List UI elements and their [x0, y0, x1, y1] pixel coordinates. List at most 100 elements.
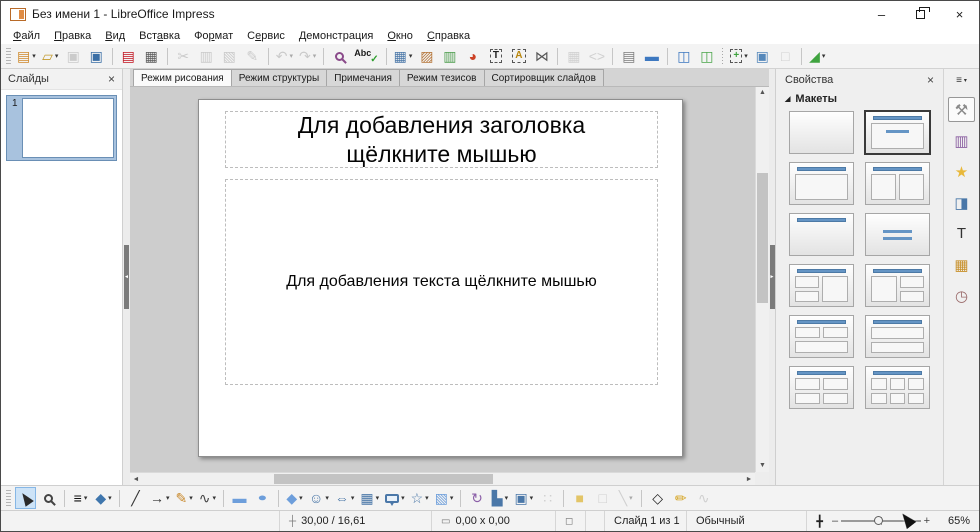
- shadow-button[interactable]: ■: [569, 487, 590, 509]
- zoom-slider-thumb[interactable]: [874, 516, 883, 525]
- start-from-current-slide-button[interactable]: ◫: [696, 45, 717, 67]
- sidebar-tab-properties[interactable]: ⚒: [948, 97, 975, 122]
- slide-canvas[interactable]: Для добавления заголовка щёлкните мышью …: [130, 87, 769, 485]
- scroll-up-icon[interactable]: ▲: [756, 88, 769, 98]
- insert-table-button[interactable]: ▦▾: [392, 45, 415, 67]
- print-button[interactable]: ▦: [141, 45, 162, 67]
- arrange-dropdown-arrow[interactable]: ▾: [530, 494, 534, 502]
- show-draw-functions-dropdown-arrow[interactable]: ▾: [822, 52, 826, 60]
- sidebar-close-icon[interactable]: ×: [927, 74, 934, 86]
- 3d-objects-dropdown-arrow[interactable]: ▾: [450, 494, 454, 502]
- body-placeholder[interactable]: Для добавления текста щёлкните мышью: [225, 179, 658, 385]
- align-objects-button[interactable]: ▙▾: [489, 487, 510, 509]
- sidebar-settings-button[interactable]: ≡ ▾: [956, 72, 967, 88]
- stars-and-banners-button[interactable]: ☆▾: [409, 487, 431, 509]
- stars-and-banners-dropdown-arrow[interactable]: ▾: [425, 494, 429, 502]
- menu-window[interactable]: Окно: [380, 29, 420, 43]
- slide-page[interactable]: Для добавления заголовка щёлкните мышью …: [198, 99, 683, 457]
- left-splitter-handle[interactable]: ◄: [124, 245, 129, 309]
- connectors-button[interactable]: ∿▾: [197, 487, 218, 509]
- curves-and-polygons-dropdown-arrow[interactable]: ▾: [189, 494, 193, 502]
- line-style-dropdown-arrow[interactable]: ▾: [84, 494, 88, 502]
- menu-insert[interactable]: Вставка: [132, 29, 187, 43]
- select-button[interactable]: [15, 487, 36, 509]
- restore-button[interactable]: [901, 1, 940, 27]
- view-tab-drawing[interactable]: Режим рисования: [133, 69, 232, 86]
- lines-and-arrows-dropdown-arrow[interactable]: ▾: [166, 494, 170, 502]
- symbol-shapes-button[interactable]: ☺▾: [307, 487, 331, 509]
- export-pdf-button[interactable]: ▤: [118, 45, 139, 67]
- redo-dropdown-arrow[interactable]: ▾: [313, 52, 317, 60]
- basic-shapes-dropdown-arrow[interactable]: ▾: [299, 494, 303, 502]
- edit-points-button[interactable]: ◇: [647, 487, 668, 509]
- layout-title-content[interactable]: [865, 111, 930, 154]
- close-button[interactable]: ×: [940, 1, 979, 27]
- start-from-first-slide-button[interactable]: ◫: [673, 45, 694, 67]
- flowchart-dropdown-arrow[interactable]: ▾: [376, 494, 380, 502]
- menu-edit[interactable]: Правка: [47, 29, 98, 43]
- align-objects-dropdown-arrow[interactable]: ▾: [505, 494, 509, 502]
- layout-title-content-full[interactable]: [789, 162, 854, 205]
- sidebar-tab-animation[interactable]: ★: [948, 159, 975, 184]
- symbol-shapes-dropdown-arrow[interactable]: ▾: [325, 494, 329, 502]
- insert-table-dropdown-arrow[interactable]: ▾: [409, 52, 413, 60]
- line-style-button[interactable]: ≡▾: [70, 487, 91, 509]
- sidebar-tab-navigator[interactable]: ◷: [948, 283, 975, 308]
- slide-properties-button[interactable]: ▤: [618, 45, 639, 67]
- left-splitter[interactable]: ◄: [123, 69, 130, 485]
- right-splitter-handle[interactable]: ►: [770, 245, 775, 309]
- menu-tools[interactable]: Сервис: [240, 29, 292, 43]
- rectangle-button[interactable]: ▬: [229, 487, 250, 509]
- fit-slide-button[interactable]: ╋: [812, 511, 827, 531]
- new-slide-dropdown-arrow[interactable]: ▾: [744, 52, 748, 60]
- ellipse-button[interactable]: ●: [252, 487, 273, 509]
- zoom-button[interactable]: [38, 487, 59, 509]
- menu-help[interactable]: Справка: [420, 29, 477, 43]
- duplicate-slide-button[interactable]: ▣: [752, 45, 773, 67]
- fill-color-button[interactable]: ◆▾: [93, 487, 114, 509]
- block-arrows-dropdown-arrow[interactable]: ▾: [351, 494, 355, 502]
- open-button[interactable]: ▱▾: [40, 45, 61, 67]
- view-tab-notes[interactable]: Примечания: [326, 69, 400, 86]
- block-arrows-button[interactable]: ⇔▾: [333, 487, 357, 509]
- fontwork-button[interactable]: ⋈: [531, 45, 552, 67]
- zoom-percent[interactable]: 65%: [935, 515, 979, 527]
- vertical-scrollbar[interactable]: ▲ ▼: [755, 87, 769, 472]
- arrange-button[interactable]: ▣▾: [512, 487, 535, 509]
- zoom-out-icon[interactable]: –: [829, 515, 841, 527]
- connectors-dropdown-arrow[interactable]: ▾: [213, 494, 217, 502]
- curves-and-polygons-button[interactable]: ✎▾: [174, 487, 195, 509]
- slides-panel-close-icon[interactable]: ×: [108, 73, 115, 85]
- insert-media-button[interactable]: ▥: [439, 45, 460, 67]
- layouts-section-header[interactable]: ◢ Макеты: [776, 91, 943, 109]
- show-draw-functions-button[interactable]: ◢▾: [807, 45, 828, 67]
- basic-shapes-button[interactable]: ◆▾: [284, 487, 305, 509]
- find-and-replace-button[interactable]: [329, 45, 350, 67]
- menu-slideshow[interactable]: Демонстрация: [292, 29, 381, 43]
- new-slide-button[interactable]: +▾: [728, 45, 749, 67]
- new-presentation-dropdown-arrow[interactable]: ▾: [32, 52, 36, 60]
- layout-title-6-content[interactable]: [865, 366, 930, 409]
- new-presentation-button[interactable]: ▤▾: [15, 45, 38, 67]
- slide-thumbnail-page[interactable]: [22, 98, 114, 158]
- layout-title-only[interactable]: [789, 213, 854, 256]
- callouts-button[interactable]: ▾: [383, 487, 407, 509]
- view-tab-slide-sorter[interactable]: Сортировщик слайдов: [484, 69, 604, 86]
- spelling-button[interactable]: Abc✓: [352, 45, 380, 67]
- insert-image-button[interactable]: ▨: [416, 45, 437, 67]
- open-dropdown-arrow[interactable]: ▾: [55, 52, 59, 60]
- 3d-objects-button[interactable]: ▧▾: [433, 487, 456, 509]
- insert-frame-button[interactable]: A: [508, 45, 529, 67]
- flowchart-button[interactable]: ▦▾: [358, 487, 381, 509]
- scroll-left-icon[interactable]: ◄: [130, 473, 142, 485]
- layout-title-4-content[interactable]: [789, 366, 854, 409]
- layout-title-1content-2content[interactable]: [865, 264, 930, 307]
- menu-view[interactable]: Вид: [98, 29, 132, 43]
- scroll-down-icon[interactable]: ▼: [756, 461, 769, 471]
- callouts-dropdown-arrow[interactable]: ▾: [401, 494, 405, 502]
- undo-dropdown-arrow[interactable]: ▾: [289, 52, 293, 60]
- sidebar-tab-gallery[interactable]: ▦: [948, 252, 975, 277]
- toolbar-grip[interactable]: [6, 490, 11, 506]
- zoom-in-icon[interactable]: +: [921, 515, 933, 527]
- scroll-right-icon[interactable]: ►: [743, 473, 755, 485]
